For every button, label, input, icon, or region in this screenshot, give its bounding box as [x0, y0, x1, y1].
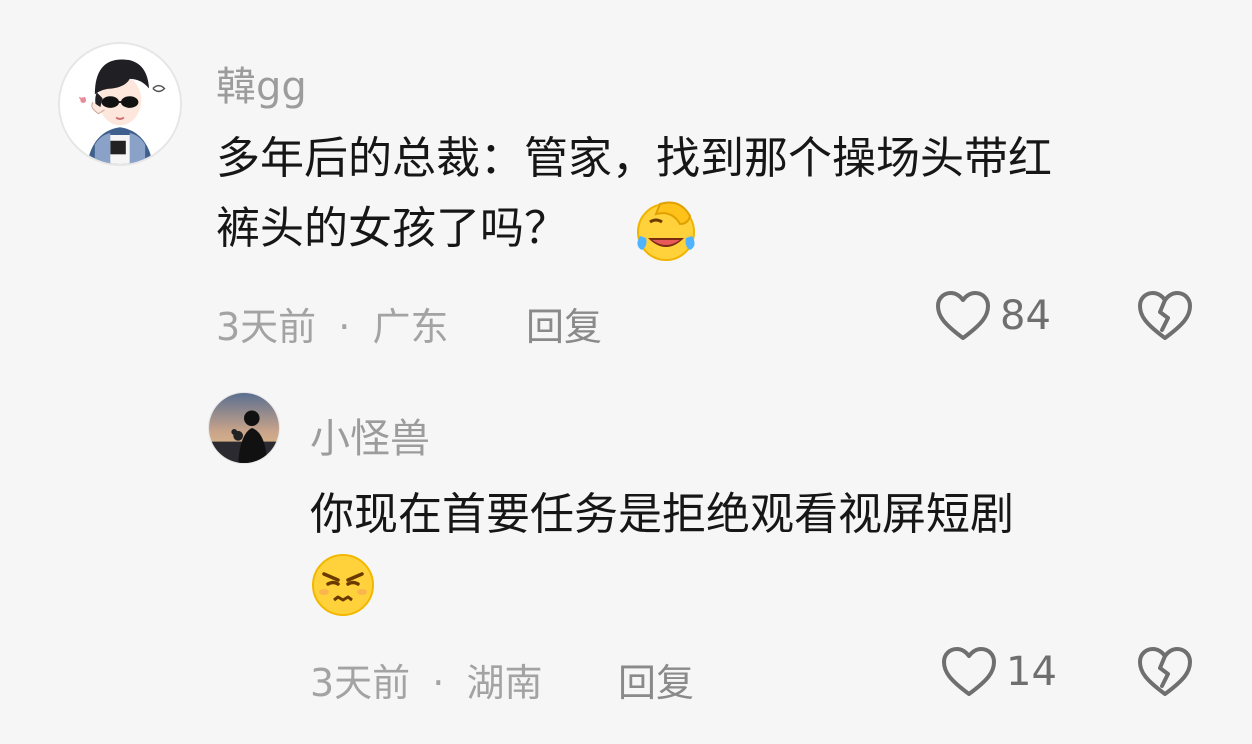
dislike-button[interactable] [1136, 646, 1194, 702]
comment-text: 你现在首要任务是拒绝观看视屏短剧 [310, 480, 1014, 550]
dislike-button[interactable] [1136, 290, 1194, 346]
avatar[interactable] [58, 42, 182, 166]
heart-outline-icon [942, 647, 996, 696]
comment-text-line: 多年后的总裁：管家，找到那个操场头带红 [216, 133, 1052, 184]
avatar[interactable] [208, 392, 280, 464]
comment-text-line: 你现在首要任务是拒绝观看视屏短剧 [310, 489, 1014, 540]
comment-time: 3天前 [216, 305, 317, 349]
comment-item: 韓gg 多年后的总裁：管家，找到那个操场头带红 裤头的女孩了吗？ 3天前 · 广… [0, 0, 1252, 360]
comment-section: 韓gg 多年后的总裁：管家，找到那个操场头带红 裤头的女孩了吗？ 3天前 · 广… [0, 0, 1252, 744]
comment-location: 广东 [372, 305, 449, 349]
meta-separator: · [338, 305, 351, 349]
comment-time: 3天前 [310, 661, 411, 705]
like-count: 84 [1000, 293, 1051, 339]
comment-meta: 3天前 · 湖南 [310, 652, 542, 707]
comment-meta: 3天前 · 广东 [216, 296, 448, 351]
meta-separator: · [432, 661, 445, 705]
facepalm-laugh-emoji [630, 196, 700, 262]
heart-outline-icon [936, 291, 990, 340]
avatar-silhouette-sunset-image [209, 393, 279, 463]
avatar-anime-boy-image [60, 44, 180, 164]
reply-comment-item: 小怪兽 你现在首要任务是拒绝观看视屏短剧 3天前 · 湖南 回复 14 [0, 360, 1252, 744]
like-count: 14 [1006, 649, 1057, 695]
username[interactable]: 韓gg [216, 54, 307, 112]
like-button[interactable]: 14 [940, 646, 1057, 698]
annoyed-face-emoji [308, 552, 378, 618]
reply-button[interactable]: 回复 [618, 652, 694, 707]
broken-heart-icon [1138, 647, 1192, 696]
username[interactable]: 小怪兽 [310, 406, 430, 464]
reply-button[interactable]: 回复 [526, 296, 602, 351]
like-button[interactable]: 84 [934, 290, 1051, 342]
broken-heart-icon [1138, 291, 1192, 340]
comment-location: 湖南 [466, 661, 543, 705]
